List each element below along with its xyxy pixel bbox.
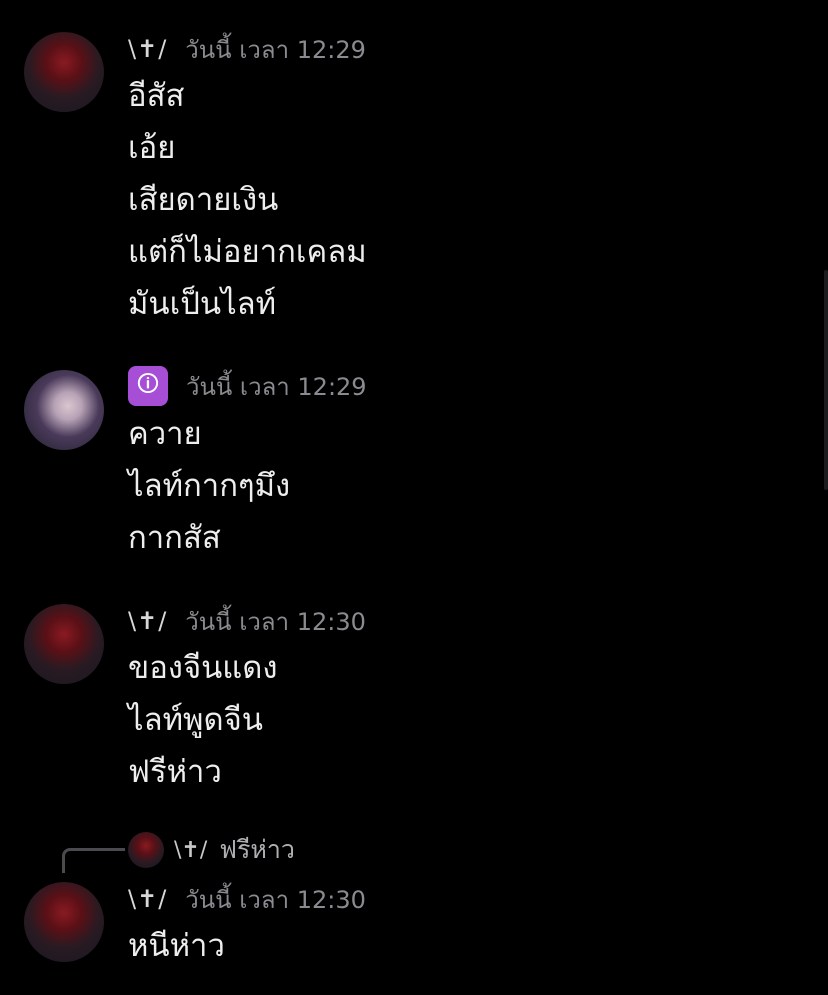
- message-line: ควาย: [128, 416, 202, 452]
- reply-text: ฟรีห่าว: [219, 835, 295, 864]
- reply-username: \✝/: [174, 837, 208, 863]
- message-line: อีสัส: [128, 78, 185, 114]
- message-line: เสียดายเงิน: [128, 182, 279, 218]
- timestamp: วันนี้ เวลา 12:30: [185, 607, 366, 636]
- message-header: \✝/ วันนี้ เวลา 12:29: [128, 31, 366, 67]
- message-line: แต่ก็ไม่อยากเคลม: [128, 234, 367, 270]
- reply-preview[interactable]: \✝/ ฟรีห่าว: [128, 832, 295, 868]
- avatar[interactable]: [24, 370, 104, 450]
- timestamp: วันนี้ เวลา 12:29: [185, 35, 366, 64]
- timestamp: วันนี้ เวลา 12:30: [185, 885, 366, 914]
- message-line: มันเป็นไลท์: [128, 286, 277, 322]
- username[interactable]: \✝/: [128, 885, 167, 913]
- message-line: เอ้ย: [128, 130, 176, 166]
- scrollbar[interactable]: [824, 270, 828, 490]
- reply-avatar: [128, 832, 164, 868]
- avatar[interactable]: [24, 32, 104, 112]
- message-line: ไลท์กากๆมึง: [128, 468, 291, 504]
- message-line: ของจีนแดง: [128, 650, 278, 686]
- reply-connector: [62, 848, 125, 873]
- username[interactable]: \✝/: [128, 35, 167, 63]
- message-line: หนีห่าว: [128, 928, 225, 964]
- message-line: ฟรีห่าว: [128, 754, 222, 790]
- avatar[interactable]: [24, 882, 104, 962]
- avatar[interactable]: [24, 604, 104, 684]
- timestamp: วันนี้ เวลา 12:29: [186, 372, 367, 401]
- message-line: ไลท์พูดจีน: [128, 702, 263, 738]
- message-header: 🛈 วันนี้ เวลา 12:29: [128, 366, 367, 406]
- info-badge-icon[interactable]: 🛈: [128, 366, 168, 406]
- username[interactable]: \✝/: [128, 607, 167, 635]
- message-line: กากสัส: [128, 520, 221, 556]
- message-header: \✝/ วันนี้ เวลา 12:30: [128, 881, 366, 917]
- message-header: \✝/ วันนี้ เวลา 12:30: [128, 603, 366, 639]
